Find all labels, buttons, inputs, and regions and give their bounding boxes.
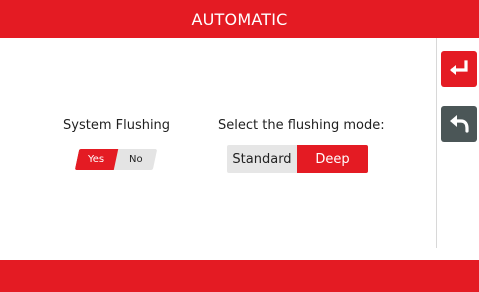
back-arrow-icon [450,115,469,133]
page-title: AUTOMATIC [191,9,288,29]
flushing-mode-selector[interactable]: Standard Deep [227,145,368,173]
back-button[interactable] [441,106,477,142]
flushing-no-label: No [128,154,143,165]
flushing-mode-label: Select the flushing mode: [218,118,385,133]
enter-icon [450,60,468,75]
system-flushing-toggle[interactable]: Yes No [74,149,158,170]
mode-deep-option[interactable]: Deep [297,145,368,173]
enter-button[interactable] [441,51,477,87]
system-flushing-label: System Flushing [63,118,171,133]
flushing-no-option[interactable]: No [114,149,157,170]
footer-bar [0,260,479,292]
sidebar-divider [436,38,437,248]
header-bar: AUTOMATIC [0,0,479,38]
mode-standard-label: Standard [232,151,292,167]
flushing-yes-label: Yes [88,154,105,165]
flushing-yes-option[interactable]: Yes [74,149,119,170]
mode-deep-label: Deep [315,151,350,167]
mode-standard-option[interactable]: Standard [227,145,297,173]
